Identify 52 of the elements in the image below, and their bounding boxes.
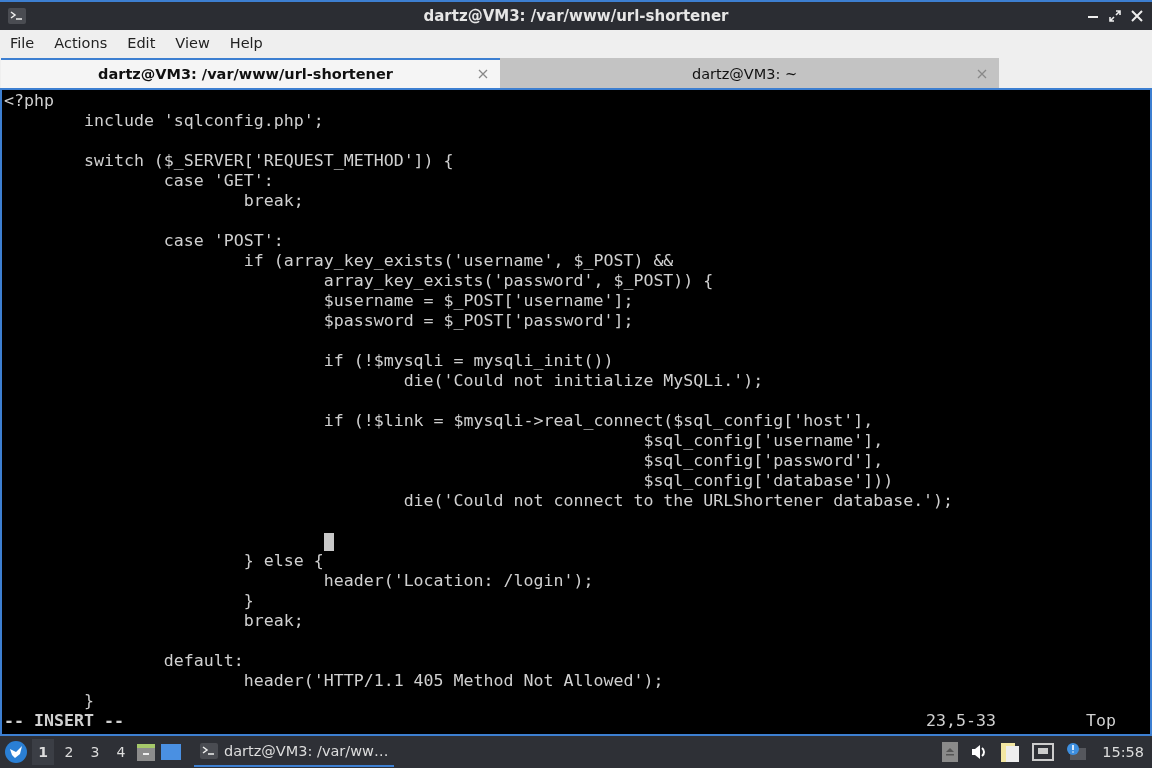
menu-item[interactable]: Actions	[46, 35, 116, 51]
notification-icon[interactable]	[1066, 742, 1087, 762]
terminal-icon	[8, 8, 26, 24]
scroll-position: Top	[1086, 711, 1117, 731]
code-line: $sql_config['password'],	[642, 451, 885, 471]
network-icon[interactable]	[1032, 743, 1055, 761]
tab[interactable]: dartz@VM3: /var/www/url-shortener	[1, 58, 500, 88]
code-line: switch ($_SERVER['REQUEST_METHOD']) {	[82, 151, 455, 171]
code-line: default:	[162, 651, 245, 671]
cursor-position: 23,5-33	[926, 711, 997, 731]
window-title: dartz@VM3: /var/www/url-shortener	[423, 7, 729, 25]
code-line: $sql_config['username'],	[642, 431, 885, 451]
terminal-icon	[200, 743, 218, 759]
tab[interactable]: dartz@VM3: ~	[500, 58, 999, 88]
code-line: }	[82, 691, 95, 711]
code-line: die('Could not initialize MySQLi.');	[402, 371, 765, 391]
menu-item[interactable]: Edit	[119, 35, 164, 51]
code-line: case 'POST':	[162, 231, 285, 251]
workspace-button[interactable]: 4	[110, 739, 132, 765]
workspace-button[interactable]: 2	[58, 739, 80, 765]
menu-item[interactable]: File	[2, 35, 43, 51]
clipboard-icon[interactable]	[1000, 741, 1021, 763]
code-line: array_key_exists('password', $_POST)) {	[322, 271, 715, 291]
clock: 15:58	[1102, 744, 1144, 760]
code-line: die('Could not connect to the URLShortener database.');	[402, 491, 955, 511]
code-line: }	[242, 591, 255, 611]
taskbar-window-button[interactable]: dartz@VM3: /var/ww…	[194, 737, 395, 767]
code-line: $sql_config['database']))	[642, 471, 895, 491]
code-line: header('Location: /login');	[322, 571, 595, 591]
workspace-button[interactable]: 1	[32, 739, 54, 765]
code-line: header('HTTP/1.1 405 Method Not Allowed');	[242, 671, 665, 691]
eject-icon[interactable]	[942, 742, 959, 762]
code-line: if (!$mysqli = mysqli_init())	[322, 351, 615, 371]
mode-indicator: -- INSERT --	[4, 711, 124, 731]
start-menu-icon[interactable]	[4, 740, 28, 764]
file-cabinet-icon[interactable]	[136, 742, 156, 762]
code-line: include 'sqlconfig.php';	[82, 111, 325, 131]
code-line: break;	[242, 191, 305, 211]
menu-item[interactable]: View	[167, 35, 218, 51]
menu-item[interactable]: Help	[221, 35, 271, 51]
code-line: <?php	[4, 91, 55, 111]
code-line: $username = $_POST['username'];	[322, 291, 635, 311]
code-line: if (array_key_exists('username', $_POST) &&	[242, 251, 675, 271]
code-line: } else {	[242, 551, 325, 571]
maximize-icon[interactable]	[1109, 10, 1121, 22]
text-cursor	[324, 532, 334, 551]
desktop-icon[interactable]	[160, 743, 182, 761]
code-line: $password = $_POST['password'];	[322, 311, 635, 331]
code-line: break;	[242, 611, 305, 631]
workspace-button[interactable]: 3	[84, 739, 106, 765]
code-line: case 'GET':	[162, 171, 275, 191]
code-line: if (!$link = $mysqli->real_connect($sql_config['host'],	[322, 411, 875, 431]
